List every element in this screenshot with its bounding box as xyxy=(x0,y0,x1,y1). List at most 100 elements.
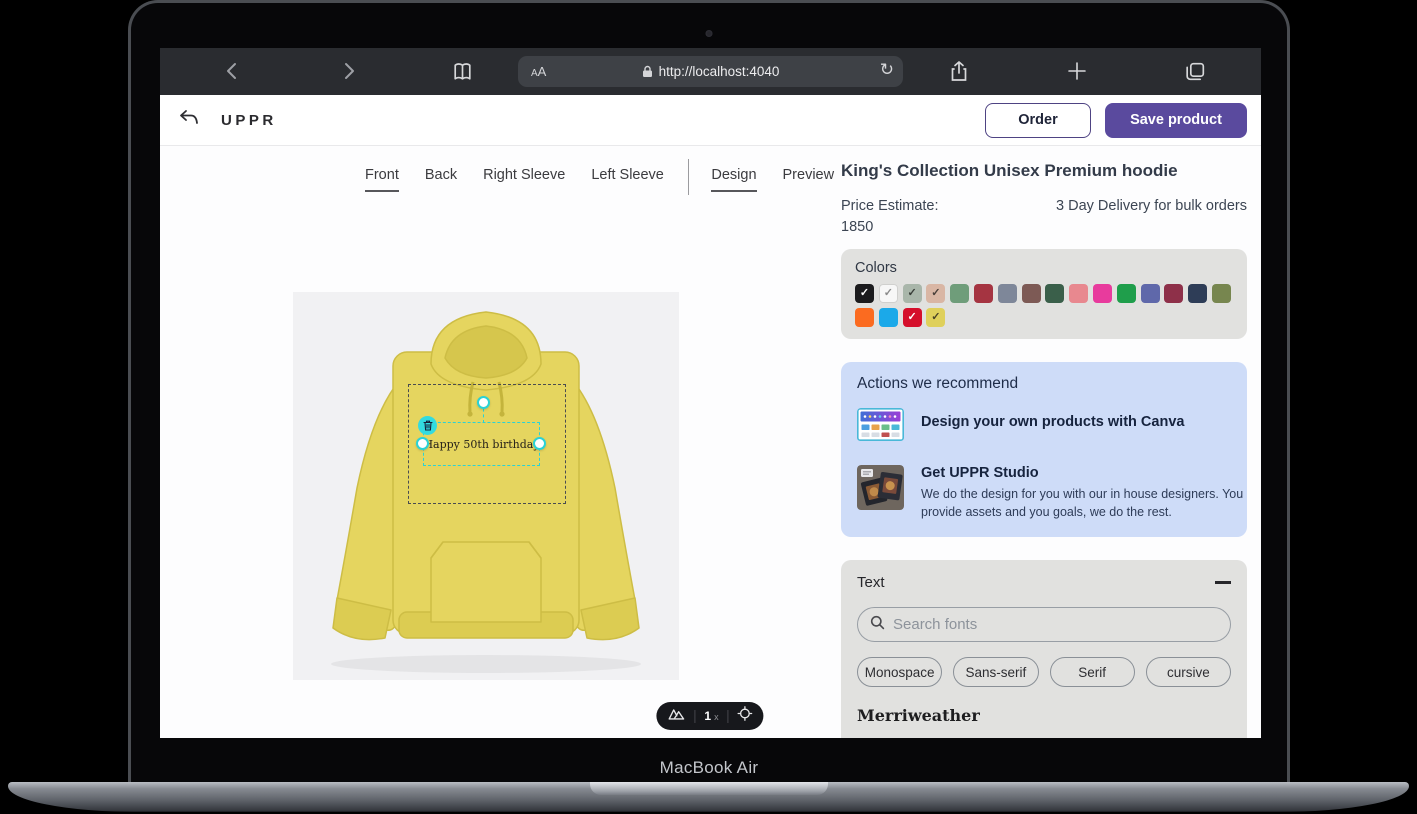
app-back-icon[interactable] xyxy=(178,109,199,132)
color-swatch-a53441[interactable] xyxy=(974,284,993,303)
colors-title: Colors xyxy=(855,260,1233,276)
category-pill-serif[interactable]: Serif xyxy=(1050,657,1135,687)
browser-toolbar: AA http://localhost:4040 ↻ xyxy=(160,48,1261,95)
text-selection-box[interactable]: Happy 50th birthday xyxy=(423,422,540,466)
share-icon[interactable] xyxy=(947,59,971,84)
canva-action-item[interactable]: Design your own products with Canva xyxy=(857,408,1231,446)
check-icon: ✓ xyxy=(884,288,893,299)
tab-back[interactable]: Back xyxy=(425,167,457,192)
save-product-button[interactable]: Save product xyxy=(1105,103,1247,138)
recenter-icon[interactable] xyxy=(738,706,753,726)
product-panel: King's Collection Unisex Premium hoodie … xyxy=(841,147,1261,738)
tab-left-sleeve[interactable]: Left Sleeve xyxy=(591,167,664,192)
tab-front[interactable]: Front xyxy=(365,167,399,192)
design-workspace: Front Back Right Sleeve Left Sleeve Design P… xyxy=(160,147,841,738)
toolbar-divider xyxy=(728,710,729,723)
tab-design[interactable]: Design xyxy=(711,167,756,192)
color-swatch-7e8799[interactable] xyxy=(998,284,1017,303)
color-swatch-dfd05b[interactable]: ✓ xyxy=(926,308,945,327)
address-bar[interactable]: AA http://localhost:4040 ↻ xyxy=(518,56,903,87)
reload-icon[interactable]: ↻ xyxy=(880,60,894,80)
color-swatch-1ba9e9[interactable] xyxy=(879,308,898,327)
main-content: Front Back Right Sleeve Left Sleeve Design P… xyxy=(160,147,1261,738)
actions-card: Actions we recommend Design your own pro… xyxy=(841,362,1247,537)
new-tab-icon[interactable] xyxy=(1065,59,1089,84)
laptop-lid: AA http://localhost:4040 ↻ xyxy=(128,0,1290,782)
color-swatch-3a5f4a[interactable] xyxy=(1045,284,1064,303)
color-swatch-5f68aa[interactable] xyxy=(1141,284,1160,303)
check-icon: ✓ xyxy=(907,312,916,323)
resize-handle-right[interactable] xyxy=(533,437,546,450)
resize-handle-left[interactable] xyxy=(416,437,429,450)
webcam-dot xyxy=(706,30,713,37)
browser-screen: AA http://localhost:4040 ↻ xyxy=(160,48,1261,738)
tab-right-sleeve[interactable]: Right Sleeve xyxy=(483,167,565,192)
color-swatch-fb6b20[interactable] xyxy=(855,308,874,327)
color-swatch-e8888f[interactable] xyxy=(1069,284,1088,303)
color-swatch-77864f[interactable] xyxy=(1212,284,1231,303)
device-label: MacBook Air xyxy=(131,758,1287,778)
text-size-control[interactable]: AA xyxy=(531,64,546,79)
font-option-merriweather[interactable]: Merriweather xyxy=(857,706,1231,725)
color-swatch-6f9d7a[interactable] xyxy=(950,284,969,303)
color-swatch-e83b9d[interactable] xyxy=(1093,284,1112,303)
uppr-studio-title: Get UPPR Studio xyxy=(921,465,1251,481)
uppr-studio-thumbnail xyxy=(857,465,904,515)
text-card-title: Text xyxy=(857,574,885,591)
browser-back-button[interactable] xyxy=(221,60,243,82)
url-text: http://localhost:4040 xyxy=(659,64,780,79)
color-swatch-a9b6aa[interactable]: ✓ xyxy=(903,284,922,303)
app-header: UPPR Order Save product xyxy=(160,95,1261,146)
color-swatch-d50f2b[interactable]: ✓ xyxy=(903,308,922,327)
uppr-logo: UPPR xyxy=(221,112,277,129)
price-label: Price Estimate: xyxy=(841,196,939,217)
design-text[interactable]: Happy 50th birthday xyxy=(423,438,539,451)
tab-preview[interactable]: Preview xyxy=(783,167,835,192)
color-swatch-1f9e4b[interactable] xyxy=(1117,284,1136,303)
delete-text-button[interactable] xyxy=(418,416,437,435)
price-estimate: Price Estimate: 1850 xyxy=(841,196,939,238)
browser-forward-button[interactable] xyxy=(338,60,360,82)
category-pill-sans-serif[interactable]: Sans-serif xyxy=(953,657,1038,687)
color-swatch-f7f7f7[interactable]: ✓ xyxy=(879,284,898,303)
product-title: King's Collection Unisex Premium hoodie xyxy=(841,161,1247,181)
collapse-icon[interactable] xyxy=(1215,581,1231,583)
zoom-level[interactable]: 1x xyxy=(704,707,718,725)
color-swatch-7d5a55[interactable] xyxy=(1022,284,1041,303)
order-button[interactable]: Order xyxy=(985,103,1091,138)
uppr-studio-action-item[interactable]: Get UPPR Studio We do the design for you… xyxy=(857,465,1231,521)
font-search-input[interactable] xyxy=(893,616,1218,633)
color-swatches: ✓ ✓ ✓ ✓ ✓ ✓ xyxy=(855,284,1237,327)
color-swatch-2e3d57[interactable] xyxy=(1188,284,1207,303)
check-icon: ✓ xyxy=(860,288,869,299)
check-icon: ✓ xyxy=(907,288,916,299)
category-pill-monospace[interactable]: Monospace xyxy=(857,657,942,687)
font-list: MerriweatherEB Garamond xyxy=(857,706,1231,738)
tabs-divider xyxy=(688,159,690,195)
check-icon: ✓ xyxy=(931,312,940,323)
lock-icon xyxy=(642,65,653,78)
color-swatch-8e3049[interactable] xyxy=(1164,284,1183,303)
font-search[interactable] xyxy=(857,607,1231,642)
category-pill-cursive[interactable]: cursive xyxy=(1146,657,1231,687)
color-swatch-1b1b1d[interactable]: ✓ xyxy=(855,284,874,303)
tab-overview-icon[interactable] xyxy=(1183,59,1208,84)
uppr-studio-description: We do the design for you with our in hou… xyxy=(921,486,1251,521)
canva-action-title: Design your own products with Canva xyxy=(921,414,1184,430)
mode-tabs: Design Preview xyxy=(711,167,834,192)
canvas-toolbar: 1x xyxy=(656,702,763,730)
product-canvas[interactable]: Happy 50th birthday xyxy=(293,292,679,680)
price-value: 1850 xyxy=(841,217,939,238)
toolbar-divider xyxy=(694,710,695,723)
rotate-handle[interactable] xyxy=(477,396,490,409)
delivery-note: 3 Day Delivery for bulk orders xyxy=(1056,196,1247,217)
tabs-row: Front Back Right Sleeve Left Sleeve Design P… xyxy=(365,159,834,199)
fit-view-icon[interactable] xyxy=(667,707,685,726)
uppr-studio-text: Get UPPR Studio We do the design for you… xyxy=(921,465,1251,521)
bookmarks-icon[interactable] xyxy=(450,59,475,84)
colors-card: Colors ✓ ✓ ✓ ✓ ✓ ✓ xyxy=(841,249,1247,339)
font-categories: Monospace Sans-serif Serif cursive xyxy=(857,657,1231,687)
canva-thumbnail xyxy=(857,408,904,446)
color-swatch-d9b6a4[interactable]: ✓ xyxy=(926,284,945,303)
check-icon: ✓ xyxy=(931,288,940,299)
